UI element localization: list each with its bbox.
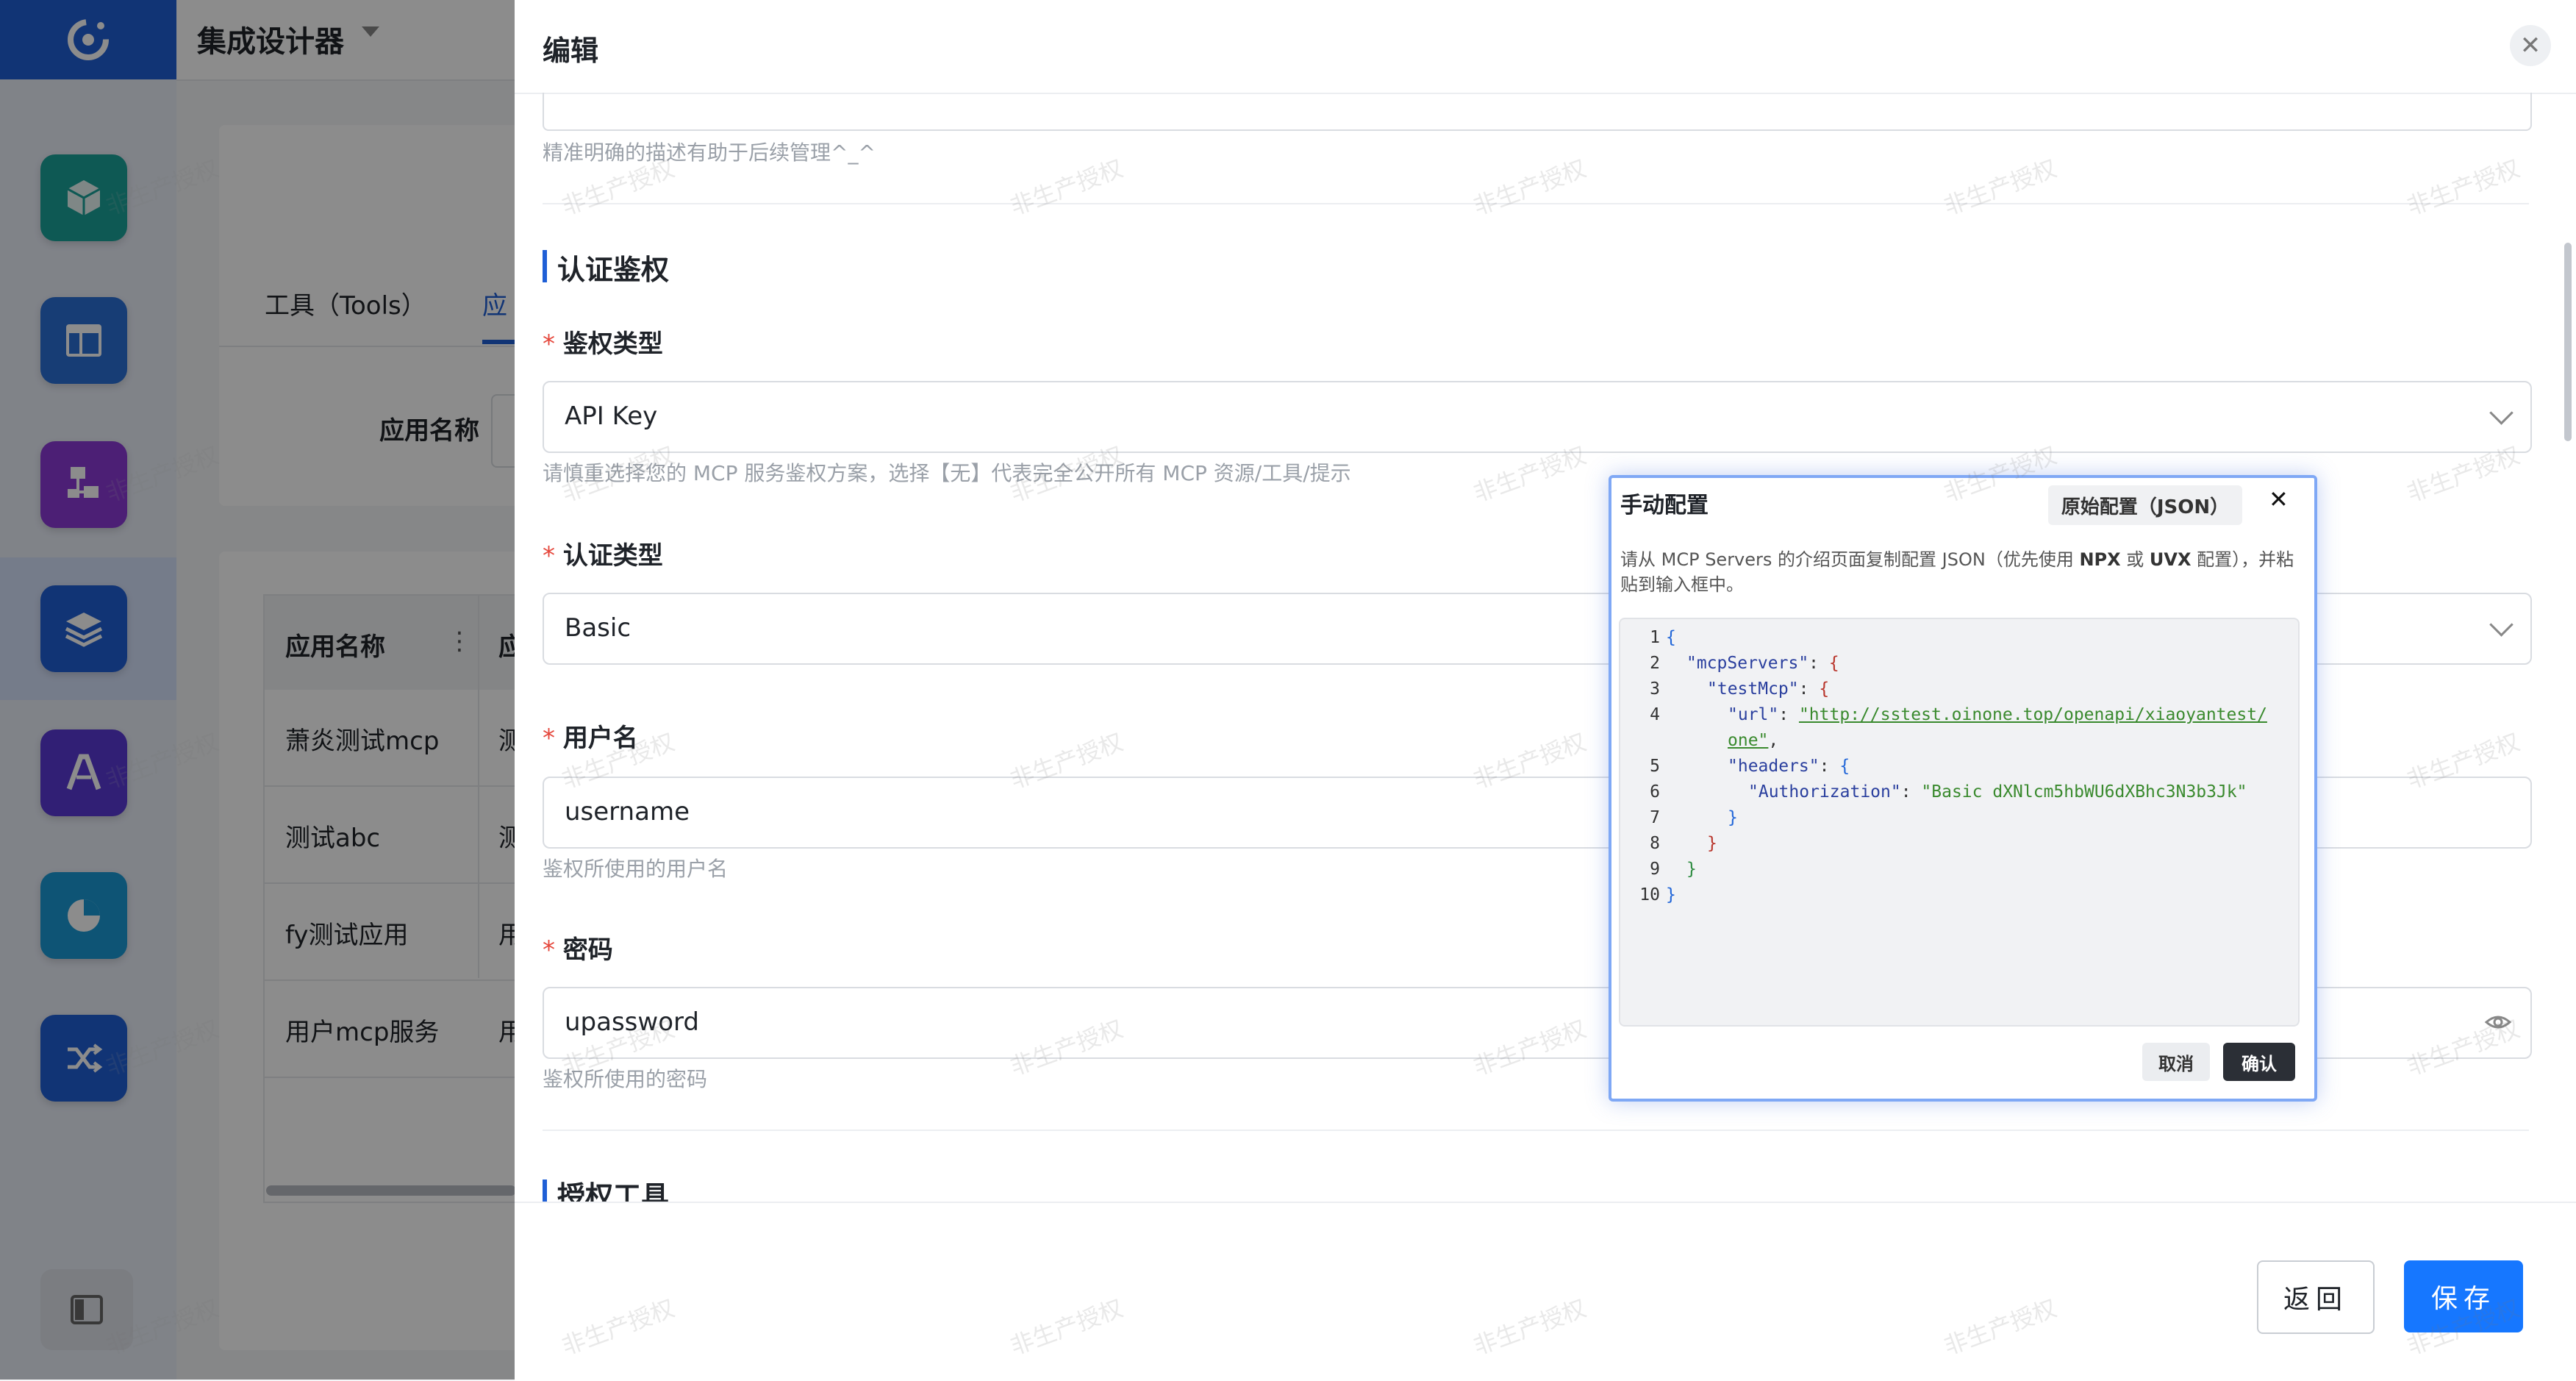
username-value: username [565, 797, 690, 827]
close-popup-icon[interactable]: ✕ [2269, 485, 2289, 513]
section-title-auth: 认证鉴权 [557, 254, 670, 286]
required-mark: * [543, 329, 563, 359]
auth-type-label: * 鉴权类型 [543, 324, 663, 360]
drawer-scrollbar[interactable] [2564, 243, 2572, 441]
password-label: * 密码 [543, 929, 613, 966]
password-label-text: 密码 [562, 935, 613, 965]
username-help: 鉴权所使用的用户名 [543, 857, 729, 881]
save-button[interactable]: 保存 [2404, 1260, 2523, 1332]
cred-type-value: Basic [565, 613, 632, 643]
auth-type-label-text: 鉴权类型 [562, 329, 663, 359]
code-line: one", [1728, 731, 1779, 750]
username-label: * 用户名 [543, 718, 638, 754]
popup-confirm-button[interactable]: 确认 [2223, 1043, 2295, 1081]
code-line: } [1728, 808, 1738, 827]
drawer-title: 编辑 [543, 35, 599, 67]
popup-cancel-button[interactable]: 取消 [2142, 1043, 2210, 1081]
required-mark: * [543, 935, 563, 965]
popup-description: 请从 MCP Servers 的介绍页面复制配置 JSON（优先使用 NPX 或… [1620, 547, 2297, 597]
section-divider [543, 203, 2529, 204]
eye-icon[interactable] [2483, 1007, 2513, 1040]
code-line: "mcpServers": { [1686, 654, 1839, 673]
auth-type-value: API Key [565, 402, 658, 431]
password-value: upassword [565, 1007, 699, 1037]
line-number: 3 [1650, 679, 1660, 699]
code-line: } [1707, 834, 1717, 853]
code-line: { [1666, 628, 1676, 647]
popup-title: 手动配置 [1620, 493, 1709, 518]
line-number: 2 [1650, 654, 1660, 673]
required-mark: * [543, 541, 563, 571]
close-drawer-button[interactable]: ✕ [2510, 25, 2551, 66]
line-number: 5 [1650, 757, 1660, 776]
desc-uvx: UVX [2149, 549, 2192, 570]
section-divider [543, 1130, 2529, 1131]
desc-npx: NPX [2079, 549, 2121, 570]
code-line: } [1686, 860, 1697, 879]
line-number: 4 [1650, 705, 1660, 724]
line-number: 7 [1650, 808, 1660, 827]
username-label-text: 用户名 [562, 724, 638, 753]
code-line: "Authorization": "Basic dXNlcm5hbWU6dXBh… [1748, 782, 2247, 802]
line-number: 10 [1639, 885, 1660, 904]
description-help: 精准明确的描述有助于后续管理^_^ [543, 140, 876, 165]
code-line: "url": "http://sstest.oinone.top/openapi… [1728, 705, 2267, 724]
cred-type-label-text: 认证类型 [562, 541, 663, 571]
desc-text: 或 [2120, 549, 2150, 570]
close-icon: ✕ [2519, 31, 2541, 60]
chevron-down-icon [2489, 401, 2514, 425]
code-line: "testMcp": { [1707, 679, 1830, 699]
back-button[interactable]: 返回 [2257, 1260, 2375, 1334]
auth-type-select[interactable]: API Key [543, 381, 2532, 453]
line-number: 6 [1650, 782, 1660, 802]
password-help: 鉴权所使用的密码 [543, 1067, 708, 1091]
chevron-down-icon [2489, 613, 2514, 637]
line-number: 1 [1650, 628, 1660, 647]
auth-type-help: 请慎重选择您的 MCP 服务鉴权方案，选择【无】代表完全公开所有 MCP 资源/… [543, 461, 1351, 485]
line-number: 8 [1650, 834, 1660, 853]
section-accent-bar [543, 250, 547, 282]
description-input[interactable] [543, 93, 2532, 131]
code-line: } [1666, 885, 1676, 904]
desc-text: 请从 MCP Servers 的介绍页面复制配置 JSON（优先使用 [1620, 549, 2080, 570]
line-number: 9 [1650, 860, 1660, 879]
cred-type-label: * 认证类型 [543, 535, 663, 571]
json-editor[interactable]: 1 2 3 4 5 6 7 8 9 10 { "mcpServers": { "… [1619, 618, 2300, 1027]
raw-config-json-button[interactable]: 原始配置（JSON） [2048, 485, 2242, 525]
required-mark: * [543, 724, 563, 753]
code-line: "headers": { [1728, 757, 1850, 776]
